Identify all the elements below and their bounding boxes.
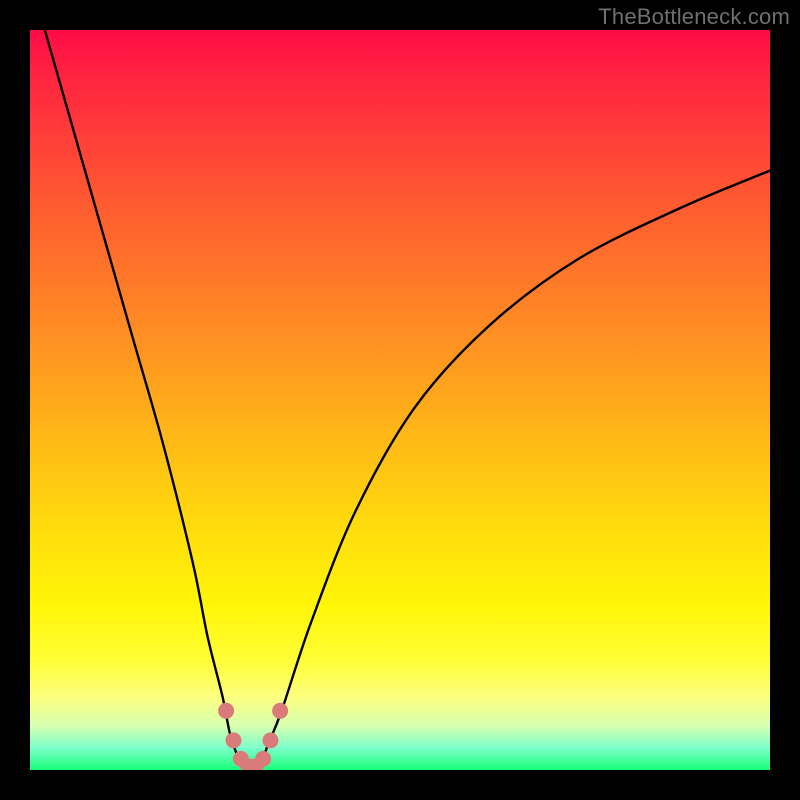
curve-marker bbox=[226, 732, 242, 748]
bottleneck-curve-line bbox=[45, 30, 770, 770]
curve-marker bbox=[218, 703, 234, 719]
curve-marker bbox=[272, 703, 288, 719]
curve-marker-group bbox=[218, 703, 288, 770]
chart-frame: TheBottleneck.com bbox=[0, 0, 800, 800]
curve-marker bbox=[263, 732, 279, 748]
watermark-text: TheBottleneck.com bbox=[598, 4, 790, 30]
curve-svg bbox=[30, 30, 770, 770]
curve-marker bbox=[255, 751, 271, 767]
plot-area bbox=[30, 30, 770, 770]
